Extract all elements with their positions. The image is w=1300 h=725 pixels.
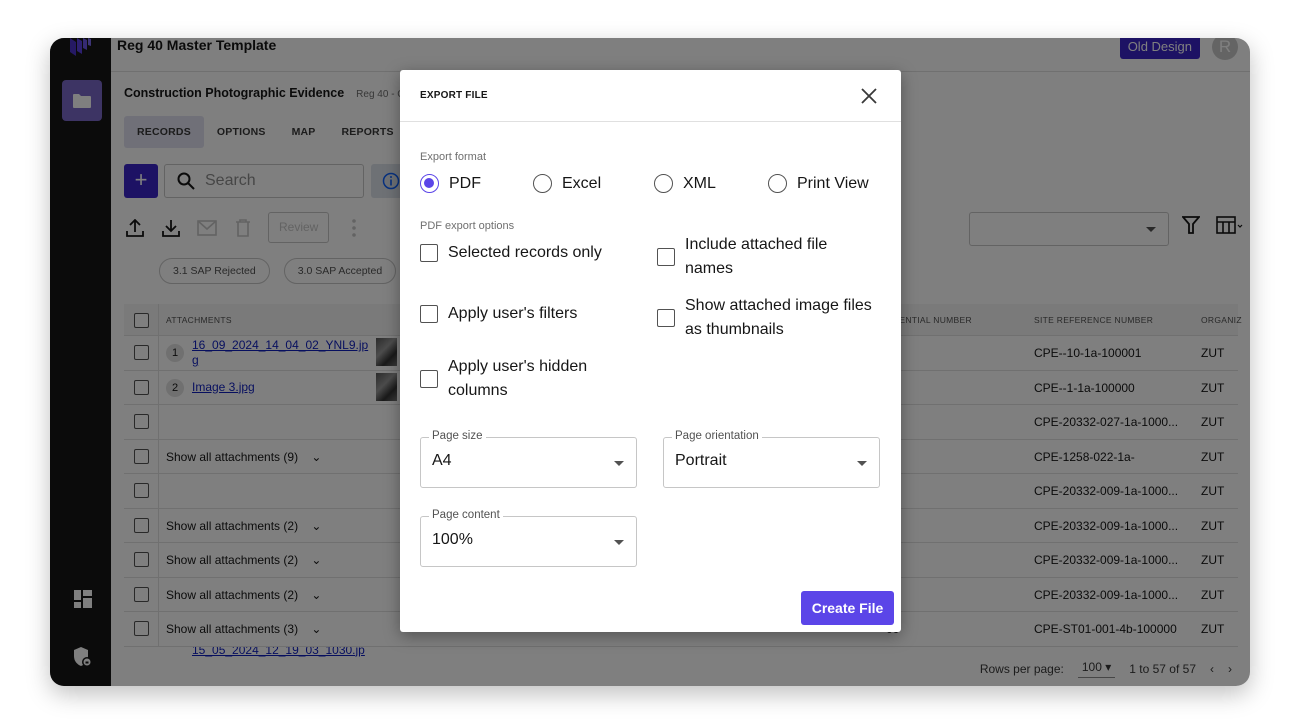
create-file-button[interactable]: Create File xyxy=(801,591,894,625)
caret-down-icon xyxy=(857,461,867,466)
checkbox-icon xyxy=(420,370,438,388)
export-format-label: Export format xyxy=(420,151,487,163)
close-icon[interactable] xyxy=(859,86,879,106)
option-selected-records-only[interactable]: Selected records only xyxy=(420,241,630,265)
export-format-group: PDF Excel XML Print View xyxy=(420,174,890,196)
radio-unchecked-icon xyxy=(768,174,787,193)
page-content-select[interactable]: Page content 100% xyxy=(420,509,637,567)
option-apply-users-filters[interactable]: Apply user's filters xyxy=(420,302,630,326)
pdf-options-label: PDF export options xyxy=(420,220,515,232)
option-show-image-thumbnails[interactable]: Show attached image files as thumbnails xyxy=(657,294,877,342)
caret-down-icon xyxy=(614,461,624,466)
radio-excel[interactable]: Excel xyxy=(533,174,601,193)
dialog-header: EXPORT FILE xyxy=(400,70,901,122)
radio-xml[interactable]: XML xyxy=(654,174,716,193)
radio-checked-icon xyxy=(420,174,439,193)
page-orientation-select[interactable]: Page orientation Portrait xyxy=(663,430,880,488)
export-file-dialog: EXPORT FILE Export format PDF Excel XML … xyxy=(400,70,901,632)
radio-print-view[interactable]: Print View xyxy=(768,174,869,193)
checkbox-icon xyxy=(657,309,675,327)
radio-unchecked-icon xyxy=(533,174,552,193)
radio-unchecked-icon xyxy=(654,174,673,193)
radio-pdf[interactable]: PDF xyxy=(420,174,481,193)
option-apply-users-hidden-columns[interactable]: Apply user's hidden columns xyxy=(420,355,610,403)
dialog-title: EXPORT FILE xyxy=(420,90,488,101)
checkbox-icon xyxy=(420,244,438,262)
checkbox-icon xyxy=(657,248,675,266)
caret-down-icon xyxy=(614,540,624,545)
option-include-attached-file-names[interactable]: Include attached file names xyxy=(657,233,857,281)
checkbox-icon xyxy=(420,305,438,323)
page-size-select[interactable]: Page size A4 xyxy=(420,430,637,488)
